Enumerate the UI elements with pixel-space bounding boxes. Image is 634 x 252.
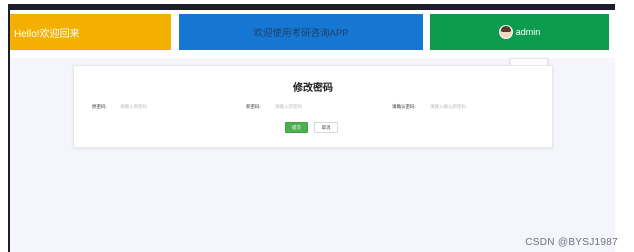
avatar[interactable] [498, 25, 513, 39]
app-title-banner: 欢迎使用考研咨询APP [179, 14, 423, 50]
app-title: 欢迎使用考研咨询APP [253, 28, 349, 39]
page-title: 修改密码 [293, 83, 333, 94]
top-strip [8, 4, 615, 10]
submit-button[interactable]: 提交 [285, 122, 308, 133]
old-password-label: 原密码: [92, 104, 107, 109]
new-password-input[interactable] [275, 101, 335, 111]
change-password-card: 修改密码 原密码: 新密码: 请确认密码: 提交 取消 [73, 65, 553, 148]
watermark: CSDN @BYSJ1987 [525, 237, 618, 248]
old-password-input[interactable] [120, 101, 180, 111]
cancel-button[interactable]: 取消 [314, 122, 338, 133]
greeting-text: Hello!欢迎回来 [14, 28, 80, 40]
username[interactable]: admin [516, 27, 541, 37]
new-password-label: 新密码: [246, 104, 261, 109]
confirm-password-input[interactable] [430, 101, 500, 111]
greeting-banner: Hello!欢迎回来 [10, 14, 171, 50]
confirm-password-label: 请确认密码: [392, 104, 416, 109]
user-menu-trigger[interactable]: admin [430, 14, 609, 50]
